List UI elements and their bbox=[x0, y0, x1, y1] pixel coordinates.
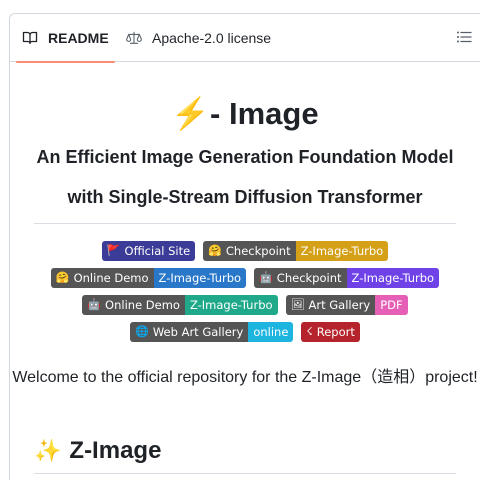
badge-online-demo-modelscope[interactable]: 🤖 Online Demo Z-Image-Turbo bbox=[82, 295, 278, 315]
outline-menu-button[interactable] bbox=[456, 29, 472, 45]
tab-license[interactable]: Apache-2.0 license bbox=[126, 14, 271, 62]
badge-value: Z-Image-Turbo bbox=[295, 241, 389, 261]
readme-panel: README Apache-2.0 license ⚡️- Image An E… bbox=[9, 13, 480, 480]
badge-label: Checkpoint bbox=[276, 271, 342, 285]
badge-value: Z-Image-Turbo bbox=[346, 268, 440, 288]
scale-icon bbox=[126, 30, 142, 46]
book-icon bbox=[22, 30, 38, 46]
section-heading-text: Z-Image bbox=[69, 437, 162, 464]
badge-online-demo-hf[interactable]: 🤗 Online Demo Z-Image-Turbo bbox=[50, 268, 247, 288]
badge-web-art-gallery[interactable]: 🌐 Web Art Gallery online bbox=[130, 322, 294, 342]
badge-value: PDF bbox=[375, 295, 408, 315]
badge-row: 🤗 Online Demo Z-Image-Turbo 🤖 Checkpoint Z-I… bbox=[10, 268, 480, 288]
welcome-text: Welcome to the official repository for t… bbox=[12, 369, 478, 386]
hugging-face-icon: 🤗 bbox=[55, 271, 70, 284]
badge-row: 🚩 Official Site 🤗 Checkpoint Z-Image-Turbo bbox=[10, 241, 480, 261]
badge-official-site[interactable]: 🚩 Official Site bbox=[101, 241, 196, 261]
arxiv-icon: ☇ bbox=[306, 325, 313, 338]
badge-report[interactable]: ☇ Report bbox=[301, 322, 360, 342]
globe-icon: 🌐 bbox=[135, 325, 149, 338]
list-icon bbox=[457, 31, 472, 43]
badge-row: 🤖 Online Demo Z-Image-Turbo 🖼 Art Gallery PD… bbox=[10, 295, 480, 315]
subtitle-line-1: An Efficient Image Generation Foundation… bbox=[36, 147, 454, 167]
hugging-face-icon: 🤗 bbox=[208, 244, 222, 257]
badge-row: 🌐 Web Art Gallery online ☇ Report bbox=[10, 322, 480, 342]
badge-checkpoint-modelscope[interactable]: 🤖 Checkpoint Z-Image-Turbo bbox=[254, 268, 440, 288]
subtitle-line-2: with Single-Stream Diffusion Transformer bbox=[67, 187, 423, 207]
page-title-text: - Image bbox=[210, 96, 319, 131]
badge-label: Web Art Gallery bbox=[152, 325, 244, 339]
flag-icon: 🚩 bbox=[106, 244, 121, 257]
sparkles-icon: ✨ bbox=[34, 438, 62, 463]
page-title: ⚡️- Image bbox=[10, 95, 480, 132]
badge-value: Z-Image-Turbo bbox=[184, 295, 278, 315]
badge-label: Online Demo bbox=[105, 298, 180, 312]
tab-license-label: Apache-2.0 license bbox=[152, 30, 272, 46]
badge-label: Art Gallery bbox=[308, 298, 371, 312]
badge-checkpoint-hf[interactable]: 🤗 Checkpoint Z-Image-Turbo bbox=[203, 241, 389, 261]
readme-tabbar: README Apache-2.0 license bbox=[10, 14, 480, 63]
divider bbox=[34, 473, 456, 474]
badge-value: Z-Image-Turbo bbox=[153, 268, 247, 288]
badge-label: Official Site bbox=[124, 244, 191, 258]
tab-readme-label: README bbox=[48, 30, 109, 46]
badge-value: online bbox=[248, 322, 294, 342]
picture-icon: 🖼 bbox=[290, 298, 305, 311]
badge-art-gallery[interactable]: 🖼 Art Gallery PDF bbox=[285, 295, 408, 315]
badge-label: Report bbox=[316, 325, 355, 339]
robot-icon: 🤖 bbox=[259, 271, 273, 284]
badge-label: Online Demo bbox=[73, 271, 149, 285]
tab-readme[interactable]: README bbox=[16, 14, 115, 63]
badge-label: Checkpoint bbox=[225, 244, 291, 258]
lightning-icon: ⚡️ bbox=[171, 96, 211, 131]
divider bbox=[34, 223, 456, 224]
section-heading: ✨ Z-Image bbox=[34, 437, 161, 465]
robot-icon: 🤖 bbox=[87, 298, 102, 311]
